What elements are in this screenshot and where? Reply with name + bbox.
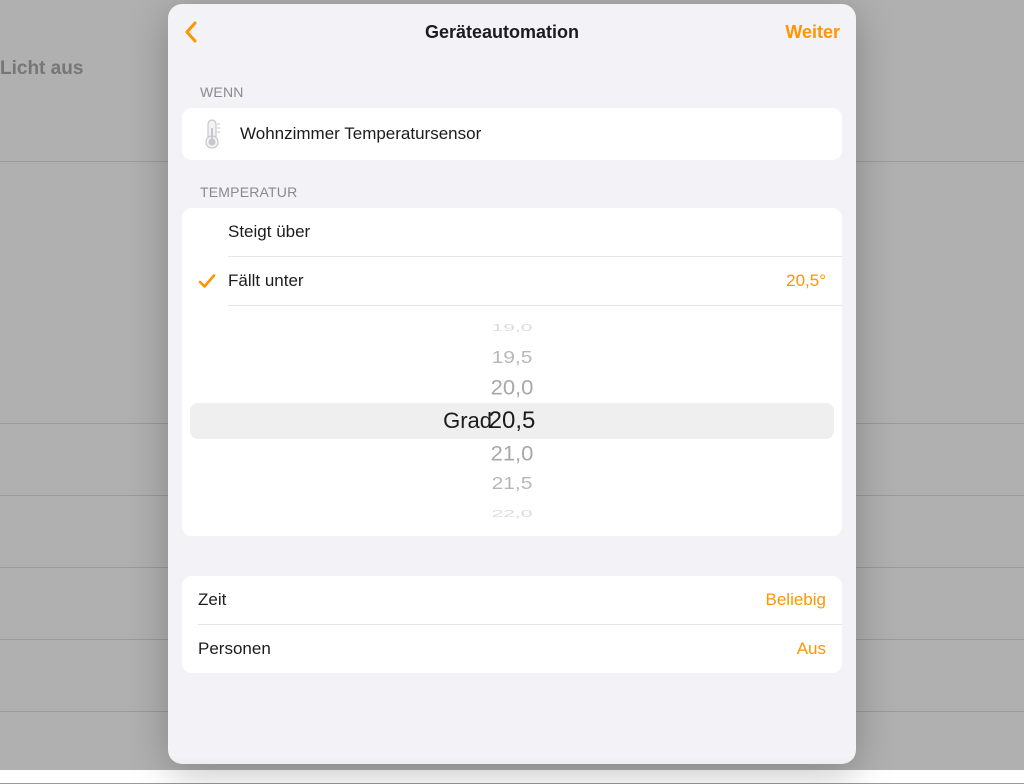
picker-item[interactable]: 20,0 [491, 374, 534, 403]
people-value: Aus [797, 639, 826, 659]
picker-item[interactable]: 21,0 [491, 440, 534, 469]
chevron-left-icon [184, 21, 198, 43]
next-button[interactable]: Weiter [780, 22, 840, 43]
people-label: Personen [198, 639, 797, 659]
picker-unit-label: Grad [182, 408, 492, 434]
picker-item[interactable]: 19,0 [492, 321, 533, 336]
time-label: Zeit [198, 590, 766, 610]
falls-below-value: 20,5° [786, 271, 826, 291]
row-falls-below[interactable]: Fällt unter 20,5° [182, 257, 842, 305]
row-check [198, 272, 228, 290]
picker-item[interactable]: 22,0 [492, 507, 533, 522]
background-sidebar-label: Licht aus [0, 58, 83, 80]
picker-item[interactable]: 19,5 [492, 346, 533, 371]
picker-item[interactable]: 21,5 [492, 472, 533, 497]
sensor-row[interactable]: Wohnzimmer Temperatursensor [182, 108, 842, 160]
row-time[interactable]: Zeit Beliebig [182, 576, 842, 624]
time-value: Beliebig [766, 590, 827, 610]
section-header-wenn: Wenn [182, 60, 842, 108]
picker-item-selected[interactable]: 20,5 [489, 403, 536, 439]
nav-bar: Geräteautomation Weiter [168, 4, 856, 60]
extra-settings-card: Zeit Beliebig Personen Aus [182, 576, 842, 673]
thermometer-icon [196, 118, 228, 150]
rises-above-label: Steigt über [228, 222, 826, 242]
section-header-temperature: Temperatur [182, 160, 842, 208]
checkmark-icon [198, 272, 216, 290]
back-button[interactable] [184, 21, 224, 43]
temperature-card: Steigt über Fällt unter 20,5° Grad 19,0 … [182, 208, 842, 536]
nav-title: Geräteautomation [425, 22, 579, 43]
falls-below-label: Fällt unter [228, 271, 786, 291]
temperature-picker[interactable]: Grad 19,0 19,5 20,0 20,5 21,0 21,5 22,0 [182, 306, 842, 536]
row-people[interactable]: Personen Aus [182, 625, 842, 673]
sensor-name: Wohnzimmer Temperatursensor [240, 124, 481, 144]
sensor-card: Wohnzimmer Temperatursensor [182, 108, 842, 160]
row-rises-above[interactable]: Steigt über [182, 208, 842, 256]
automation-modal: Geräteautomation Weiter Wenn Wohn [168, 4, 856, 764]
